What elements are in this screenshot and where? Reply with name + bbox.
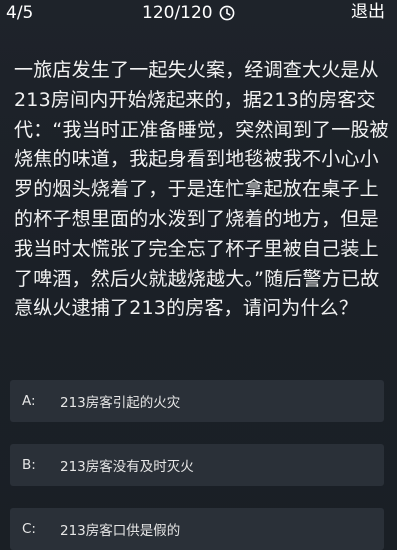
timer-text: 120/120 <box>142 3 213 23</box>
option-letter: A: <box>22 393 36 409</box>
option-c[interactable]: C: 213房客口供是假的 <box>10 508 384 550</box>
option-label: 213房客口供是假的 <box>60 523 181 539</box>
option-label: 213房客引起的火灾 <box>60 395 181 411</box>
question-text: 一旅店发生了一起失火案，经调查大火是从213房间内开始烧起来的，据213的房客交… <box>14 59 389 320</box>
timer: 120/120 <box>142 3 235 23</box>
option-letter: B: <box>22 457 36 473</box>
top-bar: 4/5 120/120 退出 <box>0 0 397 28</box>
question-progress: 4/5 <box>6 3 34 23</box>
option-b[interactable]: B: 213房客没有及时灭火 <box>10 444 384 486</box>
option-a[interactable]: A: 213房客引起的火灾 <box>10 380 384 422</box>
option-letter: C: <box>22 521 36 537</box>
clock-icon <box>219 5 235 21</box>
exit-button[interactable]: 退出 <box>351 2 385 22</box>
option-label: 213房客没有及时灭火 <box>60 459 194 475</box>
